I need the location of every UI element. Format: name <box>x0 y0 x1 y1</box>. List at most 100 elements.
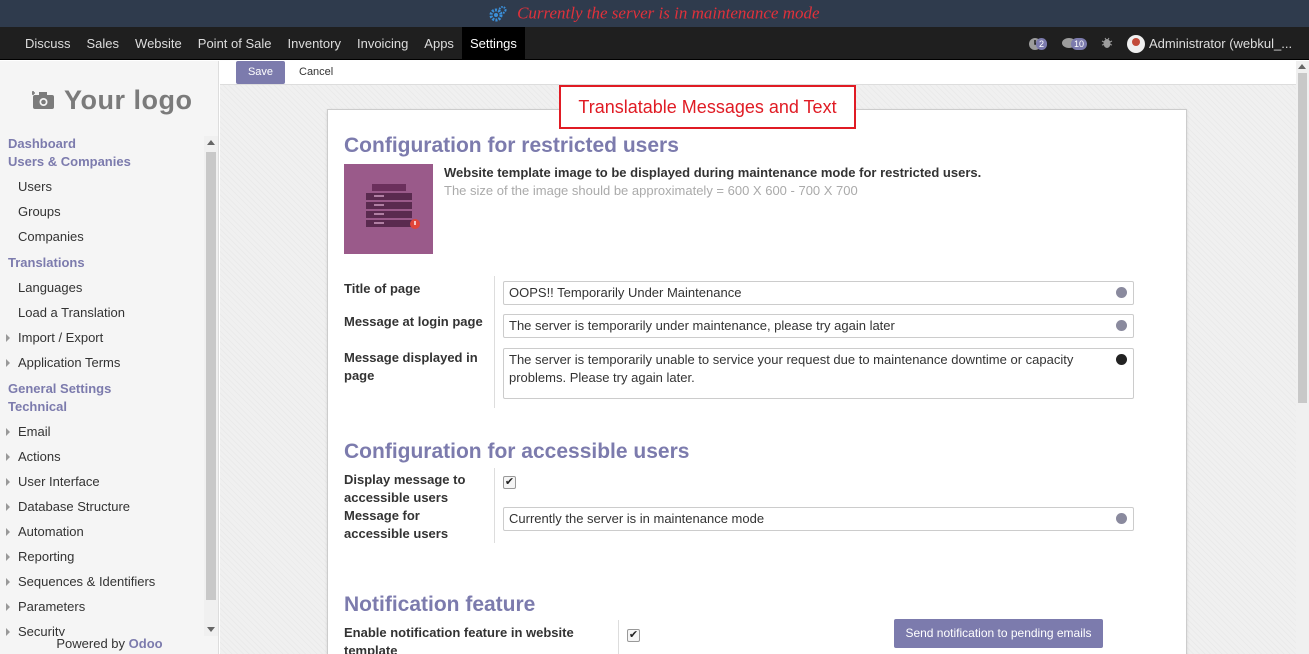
sidebar-section-users-companies[interactable]: Users & Companies <box>0 153 204 171</box>
accessible-message-value: Currently the server is in maintenance m… <box>509 511 765 526</box>
notification-heading: Notification feature <box>344 593 536 616</box>
gears-icon <box>489 5 507 22</box>
caret-right-icon <box>6 453 10 461</box>
activity-button[interactable]: 2 <box>1028 37 1047 51</box>
company-logo[interactable]: Your logo <box>32 83 192 117</box>
sidebar-item-label: Languages <box>18 280 83 295</box>
display-message-checkbox[interactable]: ✔ <box>503 476 516 489</box>
label-divider <box>494 468 495 543</box>
login-message-value: The server is temporarily under maintena… <box>509 318 895 333</box>
scroll-up-arrow-icon[interactable] <box>1298 64 1306 69</box>
translate-globe-icon[interactable] <box>1116 354 1127 365</box>
template-image[interactable] <box>344 164 433 254</box>
menu-item-invoicing[interactable]: Invoicing <box>349 27 416 60</box>
title-of-page-input[interactable]: OOPS!! Temporarily Under Maintenance <box>503 281 1134 305</box>
form-sheet: Configuration for restricted users Websi… <box>327 109 1187 654</box>
sidebar-item-label: Actions <box>18 449 61 464</box>
menu-item-website[interactable]: Website <box>127 27 190 60</box>
accessible-heading: Configuration for accessible users <box>344 440 690 463</box>
send-notification-button[interactable]: Send notification to pending emails <box>894 619 1103 648</box>
cancel-button[interactable]: Cancel <box>299 61 333 84</box>
sidebar-item-load-a-translation[interactable]: Load a Translation <box>0 300 204 325</box>
sidebar-item-import-export[interactable]: Import / Export <box>0 325 204 350</box>
sidebar-scrollbar[interactable] <box>204 136 218 636</box>
menu-item-settings[interactable]: Settings <box>461 27 525 60</box>
messages-badge: 10 <box>1070 37 1087 50</box>
caret-right-icon <box>6 578 10 586</box>
control-panel: Save Cancel <box>220 61 1296 85</box>
page-message-label: Message displayed in page <box>344 350 478 383</box>
caret-right-icon <box>6 553 10 561</box>
display-message-label: Display message to accessible users <box>344 472 466 505</box>
sidebar-item-actions[interactable]: Actions <box>0 444 204 469</box>
sidebar-item-label: Import / Export <box>18 330 104 345</box>
enable-notification-checkbox[interactable]: ✔ <box>627 629 640 642</box>
enable-notification-label: Enable notification feature in website t… <box>344 625 574 654</box>
sidebar-item-sequences-identifiers[interactable]: Sequences & Identifiers <box>0 569 204 594</box>
menu-item-inventory[interactable]: Inventory <box>280 27 349 60</box>
odoo-link[interactable]: Odoo <box>129 636 163 651</box>
menu-item-point-of-sale[interactable]: Point of Sale <box>190 27 280 60</box>
sidebar-item-automation[interactable]: Automation <box>0 519 204 544</box>
translate-globe-icon[interactable] <box>1116 320 1127 331</box>
sidebar-item-user-interface[interactable]: User Interface <box>0 469 204 494</box>
sidebar-item-users[interactable]: Users <box>0 174 204 199</box>
powered-by: Powered by Odoo <box>0 636 218 654</box>
main-scrollbar[interactable] <box>1296 61 1309 654</box>
caret-right-icon <box>6 428 10 436</box>
sidebar-item-label: Companies <box>18 229 84 244</box>
image-size-hint: The size of the image should be approxim… <box>444 183 858 198</box>
sidebar-item-parameters[interactable]: Parameters <box>0 594 204 619</box>
sidebar-item-database-structure[interactable]: Database Structure <box>0 494 204 519</box>
caret-right-icon <box>6 478 10 486</box>
save-button[interactable]: Save <box>236 61 285 84</box>
user-menu[interactable]: Administrator (webkul_... <box>1149 36 1309 51</box>
menu-item-discuss[interactable]: Discuss <box>17 27 79 60</box>
server-image-icon <box>366 184 420 229</box>
app-menu: Discuss Sales Website Point of Sale Inventor… <box>17 27 525 60</box>
scroll-down-arrow-icon[interactable] <box>207 627 215 632</box>
sidebar-item-groups[interactable]: Groups <box>0 199 204 224</box>
sidebar-item-languages[interactable]: Languages <box>0 275 204 300</box>
sidebar-item-reporting[interactable]: Reporting <box>0 544 204 569</box>
sidebar-item-companies[interactable]: Companies <box>0 224 204 249</box>
page-message-textarea[interactable]: The server is temporarily unable to serv… <box>503 348 1134 399</box>
accessible-message-label: Message for accessible users <box>344 508 449 541</box>
caret-right-icon <box>6 528 10 536</box>
translate-globe-icon[interactable] <box>1116 513 1127 524</box>
menu-item-apps[interactable]: Apps <box>416 27 462 60</box>
sidebar-item-label: Load a Translation <box>18 305 125 320</box>
sidebar-item-email[interactable]: Email <box>0 419 204 444</box>
main-scroll-thumb[interactable] <box>1298 73 1307 403</box>
sidebar-item-label: Database Structure <box>18 499 131 514</box>
scroll-up-arrow-icon[interactable] <box>207 140 215 145</box>
activity-badge: 2 <box>1035 37 1047 50</box>
menu-item-sales[interactable]: Sales <box>79 27 128 60</box>
login-message-input[interactable]: The server is temporarily under maintena… <box>503 314 1134 338</box>
sidebar-item-label: Users <box>18 179 52 194</box>
sidebar-section-translations[interactable]: Translations <box>0 254 204 272</box>
sidebar-scroll-thumb[interactable] <box>206 152 216 600</box>
sidebar-item-application-terms[interactable]: Application Terms <box>0 350 204 375</box>
sidebar-section-technical[interactable]: Technical <box>0 398 204 416</box>
image-description: Website template image to be displayed d… <box>444 165 982 180</box>
top-navbar: Discuss Sales Website Point of Sale Inventor… <box>0 27 1309 60</box>
sidebar-section-dashboard[interactable]: Dashboard <box>0 135 204 153</box>
title-of-page-label: Title of page <box>344 281 421 296</box>
messages-button[interactable]: 10 <box>1061 37 1087 50</box>
caret-right-icon <box>6 359 10 367</box>
title-of-page-value: OOPS!! Temporarily Under Maintenance <box>509 285 742 300</box>
accessible-message-input[interactable]: Currently the server is in maintenance m… <box>503 507 1134 531</box>
form-content: Configuration for restricted users Websi… <box>220 85 1296 654</box>
sidebar-item-label: Automation <box>18 524 84 539</box>
sidebar-item-label: User Interface <box>18 474 100 489</box>
sidebar-section-general-settings[interactable]: General Settings <box>0 380 204 398</box>
restricted-heading: Configuration for restricted users <box>344 134 679 157</box>
user-avatar[interactable] <box>1127 34 1145 53</box>
debug-button[interactable] <box>1101 36 1113 52</box>
maintenance-banner: Currently the server is in maintenance m… <box>0 0 1309 27</box>
translate-globe-icon[interactable] <box>1116 287 1127 298</box>
sidebar-item-label: Groups <box>18 204 61 219</box>
label-divider <box>494 276 495 408</box>
banner-message: Currently the server is in maintenance m… <box>517 3 820 23</box>
